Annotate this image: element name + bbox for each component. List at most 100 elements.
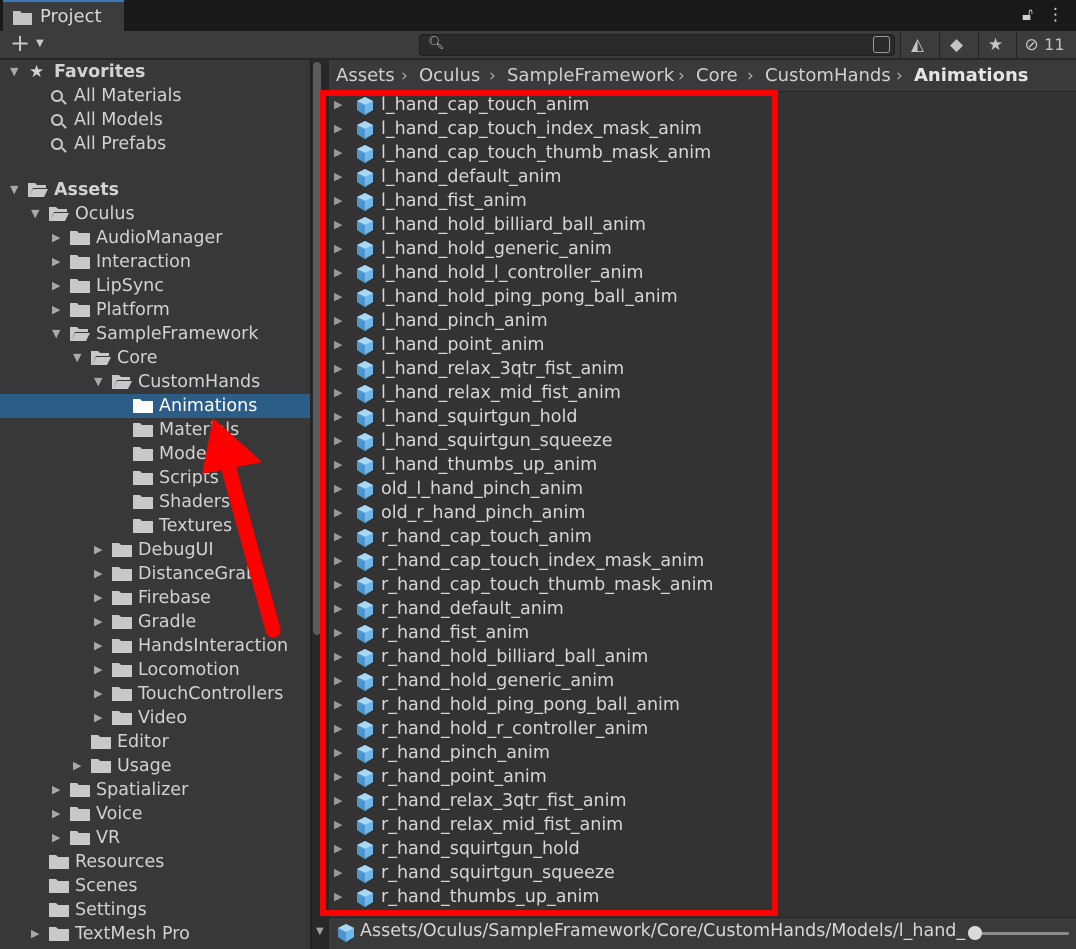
folder-tree-item[interactable]: ▶ Platform: [0, 298, 310, 322]
asset-list-item[interactable]: ▶ l_hand_squirtgun_squeeze: [329, 429, 1076, 453]
expand-arrow-icon[interactable]: ▶: [334, 309, 342, 333]
asset-list-item[interactable]: ▶ r_hand_fist_anim: [329, 621, 1076, 645]
expand-arrow-icon[interactable]: ▶: [334, 741, 342, 765]
expand-arrow-icon[interactable]: ▶: [334, 693, 342, 717]
asset-list-item[interactable]: ▶ r_hand_hold_r_controller_anim: [329, 717, 1076, 741]
expand-arrow-icon[interactable]: ▶: [334, 285, 342, 309]
expand-arrow-icon[interactable]: ▶: [334, 117, 342, 141]
expand-arrow-icon[interactable]: ▶: [334, 861, 342, 885]
asset-list-item[interactable]: ▶ l_hand_thumbs_up_anim: [329, 453, 1076, 477]
expand-arrow-icon[interactable]: ▶: [334, 477, 342, 501]
asset-list-item[interactable]: ▶ old_r_hand_pinch_anim: [329, 501, 1076, 525]
expand-arrow-icon[interactable]: ▶: [334, 765, 342, 789]
project-tab[interactable]: Project: [3, 0, 124, 31]
breadcrumb-item[interactable]: Oculus: [419, 60, 480, 92]
expand-arrow-icon[interactable]: ▶: [334, 405, 342, 429]
asset-list-item[interactable]: ▶ r_hand_relax_mid_fist_anim: [329, 813, 1076, 837]
asset-list-item[interactable]: ▶ r_hand_squirtgun_hold: [329, 837, 1076, 861]
folder-tree-item[interactable]: ▶ Usage: [0, 754, 310, 778]
asset-list-item[interactable]: ▶ r_hand_squirtgun_squeeze: [329, 861, 1076, 885]
expand-arrow-icon[interactable]: ▶: [52, 778, 60, 802]
folder-tree-item[interactable]: Shaders: [0, 490, 310, 514]
collapse-arrow-icon[interactable]: ▼: [31, 202, 39, 226]
search-input[interactable]: 🔍︎: [419, 34, 895, 56]
asset-list-item[interactable]: ▶ l_hand_hold_billiard_ball_anim: [329, 213, 1076, 237]
favorite-item[interactable]: All Prefabs: [0, 132, 310, 156]
folder-tree-item[interactable]: Scripts: [0, 466, 310, 490]
expand-arrow-icon[interactable]: ▼: [10, 60, 18, 84]
favorite-item[interactable]: All Models: [0, 108, 310, 132]
expand-arrow-icon[interactable]: ▶: [334, 237, 342, 261]
expand-arrow-icon[interactable]: ▶: [334, 525, 342, 549]
folder-tree-item[interactable]: Editor: [0, 730, 310, 754]
expand-arrow-icon[interactable]: ▶: [334, 429, 342, 453]
asset-list-item[interactable]: ▶ r_hand_cap_touch_index_mask_anim: [329, 549, 1076, 573]
asset-list-item[interactable]: ▶ l_hand_relax_mid_fist_anim: [329, 381, 1076, 405]
expand-arrow-icon[interactable]: ▶: [94, 634, 102, 658]
asset-list-item[interactable]: ▶ l_hand_fist_anim: [329, 189, 1076, 213]
lock-icon[interactable]: 🔓︎: [1022, 5, 1033, 25]
asset-list-item[interactable]: ▶ l_hand_cap_touch_anim: [329, 93, 1076, 117]
expand-arrow-icon[interactable]: ▶: [334, 141, 342, 165]
expand-arrow-icon[interactable]: ▶: [94, 562, 102, 586]
expand-arrow-icon[interactable]: ▶: [334, 885, 342, 909]
asset-list-item[interactable]: ▶ r_hand_relax_3qtr_fist_anim: [329, 789, 1076, 813]
folder-tree-item[interactable]: ▶ TouchControllers: [0, 682, 310, 706]
folder-tree-item[interactable]: Animations: [0, 394, 310, 418]
expand-arrow-icon[interactable]: ▶: [334, 549, 342, 573]
asset-list-item[interactable]: ▶ l_hand_default_anim: [329, 165, 1076, 189]
expand-arrow-icon[interactable]: ▶: [334, 381, 342, 405]
expand-arrow-icon[interactable]: ▶: [94, 658, 102, 682]
breadcrumb-item[interactable]: CustomHands: [765, 60, 891, 92]
expand-arrow-icon[interactable]: ▶: [334, 597, 342, 621]
expand-arrow-icon[interactable]: ▶: [31, 922, 39, 946]
folder-tree-item[interactable]: ▶ Video: [0, 706, 310, 730]
kebab-menu-icon[interactable]: ⋮: [1047, 5, 1064, 25]
expand-arrow-icon[interactable]: ▶: [52, 298, 60, 322]
create-dropdown-icon[interactable]: ▼: [36, 38, 44, 49]
expand-arrow-icon[interactable]: ▶: [52, 802, 60, 826]
expand-arrow-icon[interactable]: ▶: [73, 754, 81, 778]
asset-list-item[interactable]: ▶ r_hand_cap_touch_anim: [329, 525, 1076, 549]
asset-list-item[interactable]: ▶ l_hand_hold_ping_pong_ball_anim: [329, 285, 1076, 309]
expand-arrow-icon[interactable]: ▶: [94, 682, 102, 706]
expand-arrow-icon[interactable]: ▶: [334, 645, 342, 669]
folder-tree-item[interactable]: Scenes: [0, 874, 310, 898]
breadcrumb-item[interactable]: Assets: [336, 60, 395, 92]
favorites-header[interactable]: ▼ ★ Favorites: [0, 60, 310, 84]
folder-tree-item[interactable]: ▼ Assets: [0, 178, 310, 202]
icon-size-slider[interactable]: [969, 932, 1069, 935]
asset-list-item[interactable]: ▶ r_hand_thumbs_up_anim: [329, 885, 1076, 909]
asset-list-item[interactable]: ▶ r_hand_hold_billiard_ball_anim: [329, 645, 1076, 669]
asset-list-item[interactable]: ▶ l_hand_cap_touch_thumb_mask_anim: [329, 141, 1076, 165]
folder-tree-panel[interactable]: ▼ ★ Favorites All Materials All Models All…: [0, 60, 310, 949]
asset-list-item[interactable]: ▶ r_hand_hold_generic_anim: [329, 669, 1076, 693]
hidden-packages-toggle[interactable]: ⊘ 11: [1016, 32, 1072, 58]
folder-tree-item[interactable]: ▼ Core: [0, 346, 310, 370]
expand-arrow-icon[interactable]: ▶: [334, 501, 342, 525]
folder-tree-item[interactable]: Resources: [0, 850, 310, 874]
folder-tree-item[interactable]: Settings: [0, 898, 310, 922]
expand-arrow-icon[interactable]: ▶: [334, 621, 342, 645]
asset-list-item[interactable]: ▶ r_hand_point_anim: [329, 765, 1076, 789]
filter-by-label-icon[interactable]: ◆: [939, 32, 973, 58]
expand-arrow-icon[interactable]: ▶: [334, 261, 342, 285]
folder-tree-item[interactable]: ▼ SampleFramework: [0, 322, 310, 346]
asset-list-item[interactable]: ▶ l_hand_point_anim: [329, 333, 1076, 357]
expand-arrow-icon[interactable]: ▶: [52, 274, 60, 298]
folder-tree-item[interactable]: ▶ VR: [0, 826, 310, 850]
icon-size-slider-thumb[interactable]: [968, 926, 982, 940]
expand-arrow-icon[interactable]: ▶: [334, 453, 342, 477]
tree-scrollbar-thumb[interactable]: [313, 62, 321, 635]
search-by-type-icon[interactable]: [873, 36, 890, 53]
asset-list-item[interactable]: ▶ old_l_hand_pinch_anim: [329, 477, 1076, 501]
folder-tree-item[interactable]: ▶ Gradle: [0, 610, 310, 634]
asset-list-item[interactable]: ▶ r_hand_pinch_anim: [329, 741, 1076, 765]
folder-tree-item[interactable]: ▶ Firebase: [0, 586, 310, 610]
asset-list-item[interactable]: ▶ l_hand_squirtgun_hold: [329, 405, 1076, 429]
collapse-arrow-icon[interactable]: ▼: [94, 370, 102, 394]
expand-arrow-icon[interactable]: ▶: [52, 250, 60, 274]
expand-arrow-icon[interactable]: ▶: [334, 333, 342, 357]
expand-arrow-icon[interactable]: ▶: [334, 165, 342, 189]
expand-arrow-icon[interactable]: ▶: [52, 826, 60, 850]
